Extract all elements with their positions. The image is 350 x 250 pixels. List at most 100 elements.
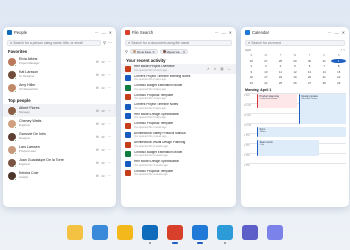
more-icon[interactable]: ⋯ — [107, 148, 111, 152]
person-row[interactable]: Keisha Cole Analyst ✉ ☏ ⋯ — [3, 169, 116, 182]
call-icon[interactable]: ☏ — [101, 122, 106, 126]
calendar-icon[interactable] — [192, 224, 208, 244]
more-icon[interactable]: ⋯ — [108, 40, 112, 45]
calendar-day[interactable]: 6 — [302, 64, 317, 69]
minimize-icon[interactable]: — — [102, 30, 106, 35]
calendar-day[interactable]: 3 — [259, 64, 274, 69]
calendar-day[interactable]: 22 — [331, 75, 346, 80]
more-icon[interactable]: ⋯ — [215, 30, 219, 35]
calendar-day[interactable]: 18 — [273, 75, 288, 80]
file-row[interactable]: Contoso Budget Estimation Model You opene… — [121, 150, 236, 160]
file-search-icon[interactable] — [167, 224, 183, 244]
calendar-day[interactable]: 15 — [331, 70, 346, 75]
calendar-day[interactable]: 23 — [244, 81, 259, 86]
photos-icon[interactable] — [92, 224, 108, 240]
minimize-icon[interactable]: — — [222, 30, 226, 35]
people-search-input[interactable]: ⌕ Search for a person using name, title,… — [7, 39, 102, 46]
file-explorer-icon[interactable] — [67, 224, 83, 240]
calendar-event[interactable]: Design review Microsoft Teams — [299, 94, 346, 124]
filter-icon[interactable]: ⚲ — [103, 40, 106, 45]
calendar-day[interactable]: 30 — [302, 59, 317, 64]
file-row[interactable]: Contoso Proposal Template You opened this… — [121, 121, 236, 131]
more-icon[interactable]: ⋯ — [107, 109, 111, 113]
chevron-down-icon[interactable]: ˅ — [343, 48, 345, 52]
filter-icon[interactable]: ⚲ — [125, 49, 128, 54]
calendar-day[interactable]: 24 — [259, 81, 274, 86]
calendar-day[interactable]: 27 — [302, 81, 317, 86]
calendar-day[interactable]: 27 — [259, 59, 274, 64]
calendar-day[interactable]: 20 — [302, 75, 317, 80]
call-icon[interactable]: ☏ — [101, 161, 106, 165]
file-row[interactable]: Contoso Proposal Template You opened this… — [121, 169, 236, 179]
calendar-day[interactable]: 7 — [317, 64, 332, 69]
calendar-event[interactable]: Team lunch Cafe — [257, 140, 319, 156]
file-row[interactable]: Heir Model Design Specification You opene… — [121, 159, 236, 169]
more-icon[interactable]: ⋯ — [107, 174, 111, 178]
calendar-day[interactable]: 4 — [273, 64, 288, 69]
calendar-event[interactable]: Product planning Conference Room — [257, 94, 297, 108]
copy-link-icon[interactable]: ⛓ — [219, 66, 225, 72]
more-icon[interactable]: ⋯ — [95, 30, 99, 35]
file-row[interactable]: Contoso Proposal Template You opened this… — [121, 93, 236, 103]
person-row[interactable]: Kat Larsson Sr. Designer ✉ ☏ ⋯ — [3, 68, 116, 81]
calendar-day[interactable]: 2 — [244, 64, 259, 69]
calendar-day[interactable]: 8 — [331, 64, 346, 69]
calendar-day[interactable]: 5 — [288, 64, 303, 69]
calendar-day[interactable]: 25 — [273, 81, 288, 86]
file-row[interactable]: Corners Project Timeline Notes You opened… — [121, 102, 236, 112]
more-icon[interactable]: ⋯ — [107, 60, 111, 64]
file-row[interactable]: Contoso Budget Estimation Model You opene… — [121, 83, 236, 93]
call-icon[interactable]: ☏ — [101, 86, 106, 90]
calendar-day[interactable]: 1 — [331, 58, 346, 63]
calendar-day[interactable]: 13 — [302, 70, 317, 75]
teams-alt-icon[interactable] — [267, 224, 283, 240]
calendar-day[interactable]: 10 — [259, 70, 274, 75]
open-icon[interactable]: ↗ — [205, 66, 211, 72]
more-icon[interactable]: ⋯ — [328, 30, 332, 35]
person-row[interactable]: Juan Guadalupe De la Torre Engineer ✉ ☏ ⋯ — [3, 156, 116, 169]
person-row[interactable]: Albert Flores Manager ✉ ☏ ⋯ — [3, 104, 116, 117]
call-icon[interactable]: ☏ — [101, 135, 106, 139]
more-icon[interactable]: ⋯ — [107, 161, 111, 165]
calendar-day[interactable]: 11 — [273, 70, 288, 75]
minimize-icon[interactable]: — — [335, 30, 339, 35]
calendar-day[interactable]: 17 — [259, 75, 274, 80]
filter-chip[interactable]: Mona Kane ✕ — [129, 49, 158, 54]
chat-icon[interactable]: ✉ — [96, 135, 99, 139]
file-row[interactable]: Architectural Safety Protocol Manual You … — [121, 131, 236, 141]
calendar-day[interactable]: 28 — [317, 81, 332, 86]
chat-icon[interactable]: ✉ — [96, 109, 99, 113]
calendar-day[interactable]: 28 — [273, 59, 288, 64]
person-row[interactable]: Cheney Watts Engineer ✉ ☏ ⋯ — [3, 117, 116, 130]
more-icon[interactable]: ⋯ — [226, 66, 232, 72]
calendar-day[interactable]: 26 — [244, 59, 259, 64]
calendar-day[interactable]: 31 — [317, 59, 332, 64]
share-icon[interactable]: ⇪ — [212, 66, 218, 72]
chat-icon[interactable]: ✉ — [96, 86, 99, 90]
person-row[interactable]: Elvia Atkins Project Manager ✉ ☏ ⋯ — [3, 55, 116, 68]
calendar-day[interactable]: 21 — [317, 75, 332, 80]
file-search-input[interactable]: ⌕ Search for a document using file name — [125, 39, 232, 46]
call-icon[interactable]: ☏ — [101, 109, 106, 113]
chat-icon[interactable]: ✉ — [96, 174, 99, 178]
person-row[interactable]: Ganovie De Inés Designer ✉ ☏ ⋯ — [3, 130, 116, 143]
person-row[interactable]: Lars Larssen Product Lead ✉ ☏ ⋯ — [3, 143, 116, 156]
calendar-day[interactable]: 9 — [244, 70, 259, 75]
calendar-day[interactable]: 12 — [288, 70, 303, 75]
call-icon[interactable]: ☏ — [101, 148, 106, 152]
chat-icon[interactable]: ✉ — [96, 161, 99, 165]
more-icon[interactable]: ⋯ — [107, 135, 111, 139]
chat-icon[interactable]: ✉ — [96, 60, 99, 64]
calendar-day[interactable]: 26 — [288, 81, 303, 86]
calendar-day[interactable]: 14 — [317, 70, 332, 75]
call-icon[interactable]: ☏ — [101, 60, 106, 64]
file-row[interactable]: Architectural Visual Design Planning You … — [121, 140, 236, 150]
file-row[interactable]: Heir Model Design Specification You opene… — [121, 112, 236, 122]
chat-icon[interactable]: ✉ — [96, 148, 99, 152]
call-icon[interactable]: ☏ — [101, 73, 106, 77]
chat-icon[interactable]: ✉ — [96, 122, 99, 126]
file-row[interactable]: Corners Project Timeline Meeting Notes Yo… — [121, 74, 236, 84]
calendar-day[interactable]: 29 — [288, 59, 303, 64]
filter-chip[interactable]: Miguel Ga... ✕ — [159, 49, 189, 54]
outlook-icon[interactable] — [142, 224, 158, 244]
